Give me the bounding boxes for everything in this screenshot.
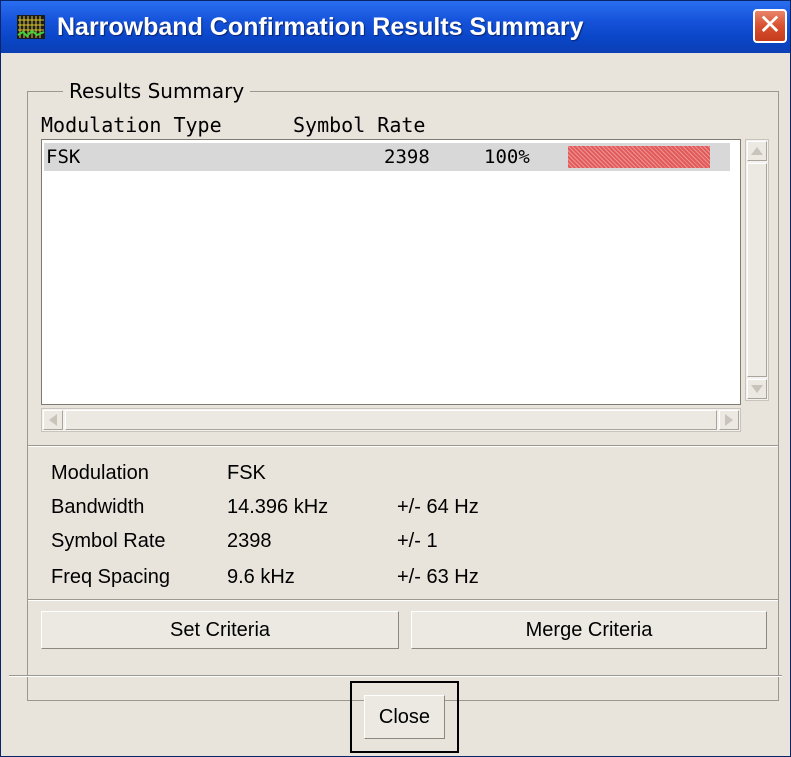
column-header-modulation-type: Modulation Type — [41, 113, 222, 137]
horizontal-scrollbar[interactable] — [41, 408, 741, 432]
title-bar[interactable]: Narrowband Confirmation Results Summary … — [1, 1, 790, 53]
close-button-focus-frame: Close — [350, 681, 459, 753]
results-summary-title: Results Summary — [63, 79, 251, 103]
scroll-left-button[interactable] — [43, 410, 63, 430]
dialog-window: Narrowband Confirmation Results Summary … — [0, 0, 791, 757]
label-symbol-rate: Symbol Rate — [51, 530, 166, 552]
window-title: Narrowband Confirmation Results Summary — [57, 13, 584, 41]
vertical-scroll-thumb[interactable] — [747, 163, 767, 377]
separator — [28, 445, 778, 447]
close-button[interactable]: Close — [364, 695, 445, 739]
merge-criteria-button[interactable]: Merge Criteria — [411, 611, 767, 649]
arrow-down-icon — [751, 385, 763, 393]
scroll-right-button[interactable] — [719, 410, 739, 430]
tolerance-symbol-rate: +/- 1 — [397, 530, 438, 552]
row-modulation: FSK — [46, 146, 81, 168]
label-freq-spacing: Freq Spacing — [51, 566, 170, 588]
value-bandwidth: 14.396 kHz — [227, 496, 329, 518]
scroll-down-button[interactable] — [747, 379, 767, 399]
row-percent: 100% — [484, 146, 530, 168]
arrow-left-icon — [49, 414, 57, 426]
results-list[interactable]: FSK 2398 100% — [41, 139, 741, 405]
value-modulation: FSK — [227, 462, 266, 484]
row-symbol-rate: 2398 — [384, 146, 430, 168]
arrow-up-icon — [751, 147, 763, 155]
vertical-scrollbar[interactable] — [745, 139, 769, 401]
list-item[interactable]: FSK 2398 100% — [44, 143, 730, 171]
confidence-bar — [568, 146, 710, 168]
tolerance-bandwidth: +/- 64 Hz — [397, 496, 479, 518]
value-symbol-rate: 2398 — [227, 530, 272, 552]
label-bandwidth: Bandwidth — [51, 496, 145, 518]
confidence-bar-fill — [568, 146, 710, 168]
set-criteria-button[interactable]: Set Criteria — [41, 611, 399, 649]
column-header-symbol-rate: Symbol Rate — [293, 113, 426, 137]
waveform-grid-icon — [17, 15, 45, 39]
close-icon[interactable]: ✕ — [753, 9, 787, 43]
separator — [9, 675, 782, 677]
separator — [28, 599, 778, 601]
label-modulation: Modulation — [51, 462, 149, 484]
horizontal-scroll-thumb[interactable] — [65, 410, 717, 430]
value-freq-spacing: 9.6 kHz — [227, 566, 295, 588]
scroll-up-button[interactable] — [747, 141, 767, 161]
tolerance-freq-spacing: +/- 63 Hz — [397, 566, 479, 588]
dialog-body: Results Summary Modulation Type Symbol R… — [9, 53, 782, 753]
arrow-right-icon — [725, 414, 733, 426]
